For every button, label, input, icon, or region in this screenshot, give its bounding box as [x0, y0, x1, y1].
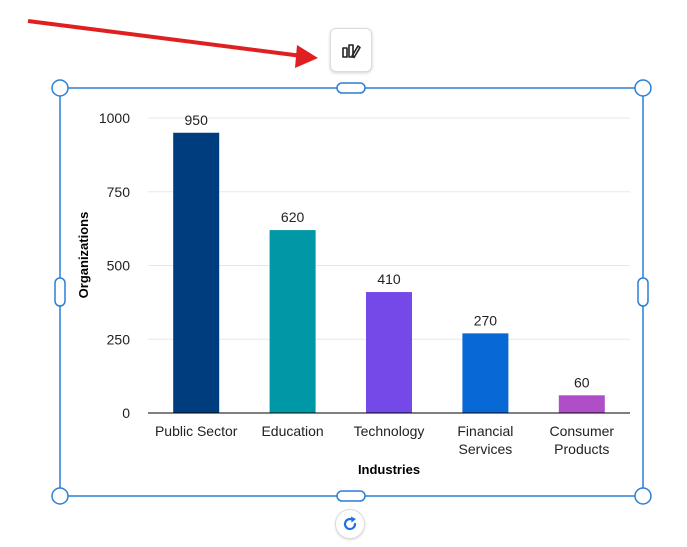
y-tick-label: 500: [107, 258, 131, 274]
data-label: 60: [574, 374, 590, 390]
annotation-arrow: [27, 19, 318, 68]
corner-resize-handle[interactable]: [634, 487, 652, 505]
y-tick-label: 0: [122, 405, 130, 421]
chart-style-button[interactable]: [330, 28, 372, 72]
x-tick-label: Financial Services: [457, 423, 513, 457]
y-tick-label: 1000: [99, 110, 130, 126]
edge-resize-handle[interactable]: [637, 277, 649, 307]
data-label: 620: [281, 209, 305, 225]
x-tick-label: Consumer Products: [550, 423, 615, 457]
x-axis-title: Industries: [358, 462, 420, 477]
rotate-button[interactable]: [335, 509, 365, 539]
bar: [462, 333, 509, 413]
canvas: 950 620 410 270 60 0 250 500 750 1000 Public Sec…: [27, 19, 652, 505]
x-axis-ticks: Public Sector Education Technology Financia…: [155, 423, 614, 457]
edge-resize-handle[interactable]: [336, 82, 366, 94]
data-label: 410: [377, 271, 401, 287]
x-tick-label: Technology: [354, 423, 425, 439]
bar: [558, 395, 605, 413]
edge-resize-handle[interactable]: [336, 490, 366, 502]
rotate-icon: [343, 516, 357, 531]
y-tick-label: 750: [107, 184, 131, 200]
y-axis-ticks: 0 250 500 750 1000: [99, 110, 130, 421]
corner-resize-handle[interactable]: [51, 79, 69, 97]
data-label: 950: [185, 112, 209, 128]
corner-resize-handle[interactable]: [634, 79, 652, 97]
bar: [269, 230, 316, 413]
y-axis-title: Organizations: [76, 212, 91, 299]
x-tick-label: Education: [261, 423, 323, 439]
bar: [173, 132, 220, 413]
data-label: 270: [474, 312, 498, 328]
bar-chart[interactable]: 950 620 410 270 60 0 250 500 750 1000 Public Sec…: [76, 110, 630, 477]
paintbrush-icon: [342, 44, 361, 59]
y-tick-label: 250: [107, 331, 131, 347]
bar: [366, 292, 412, 413]
x-tick-label: Public Sector: [155, 423, 238, 439]
edge-resize-handle[interactable]: [54, 277, 66, 307]
corner-resize-handle[interactable]: [51, 487, 69, 505]
